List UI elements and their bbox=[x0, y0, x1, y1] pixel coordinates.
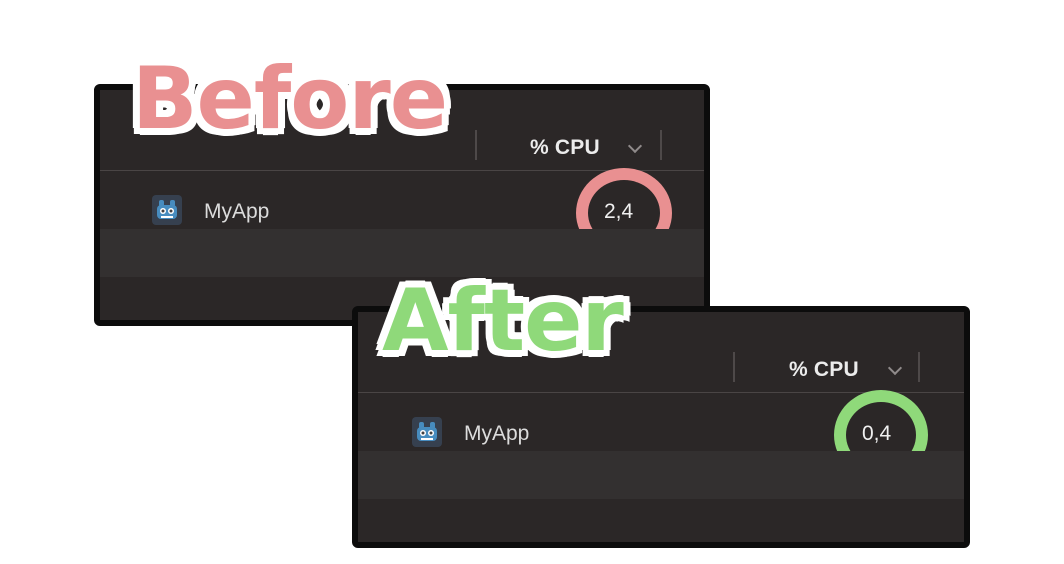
empty-row bbox=[358, 499, 964, 542]
column-divider[interactable] bbox=[660, 130, 662, 160]
empty-row bbox=[100, 229, 704, 277]
cpu-value: 0,4 bbox=[862, 422, 892, 445]
chevron-down-icon[interactable] bbox=[627, 138, 643, 154]
cpu-column-header[interactable]: % CPU bbox=[530, 136, 600, 160]
godot-icon bbox=[412, 417, 442, 447]
chevron-down-icon[interactable] bbox=[887, 360, 903, 376]
godot-icon bbox=[152, 195, 182, 225]
column-divider[interactable] bbox=[475, 130, 477, 160]
cpu-value: 2,4 bbox=[604, 200, 634, 223]
before-title: Before bbox=[130, 49, 450, 149]
app-name: MyApp bbox=[204, 200, 270, 223]
column-divider[interactable] bbox=[918, 352, 920, 382]
app-name: MyApp bbox=[464, 422, 530, 445]
cpu-column-header[interactable]: % CPU bbox=[789, 358, 859, 382]
process-row[interactable]: MyApp 2,4 bbox=[100, 168, 704, 258]
column-divider[interactable] bbox=[733, 352, 735, 382]
after-title: After bbox=[380, 271, 626, 371]
process-row[interactable]: MyApp 0,4 bbox=[358, 390, 964, 480]
empty-row bbox=[358, 451, 964, 499]
